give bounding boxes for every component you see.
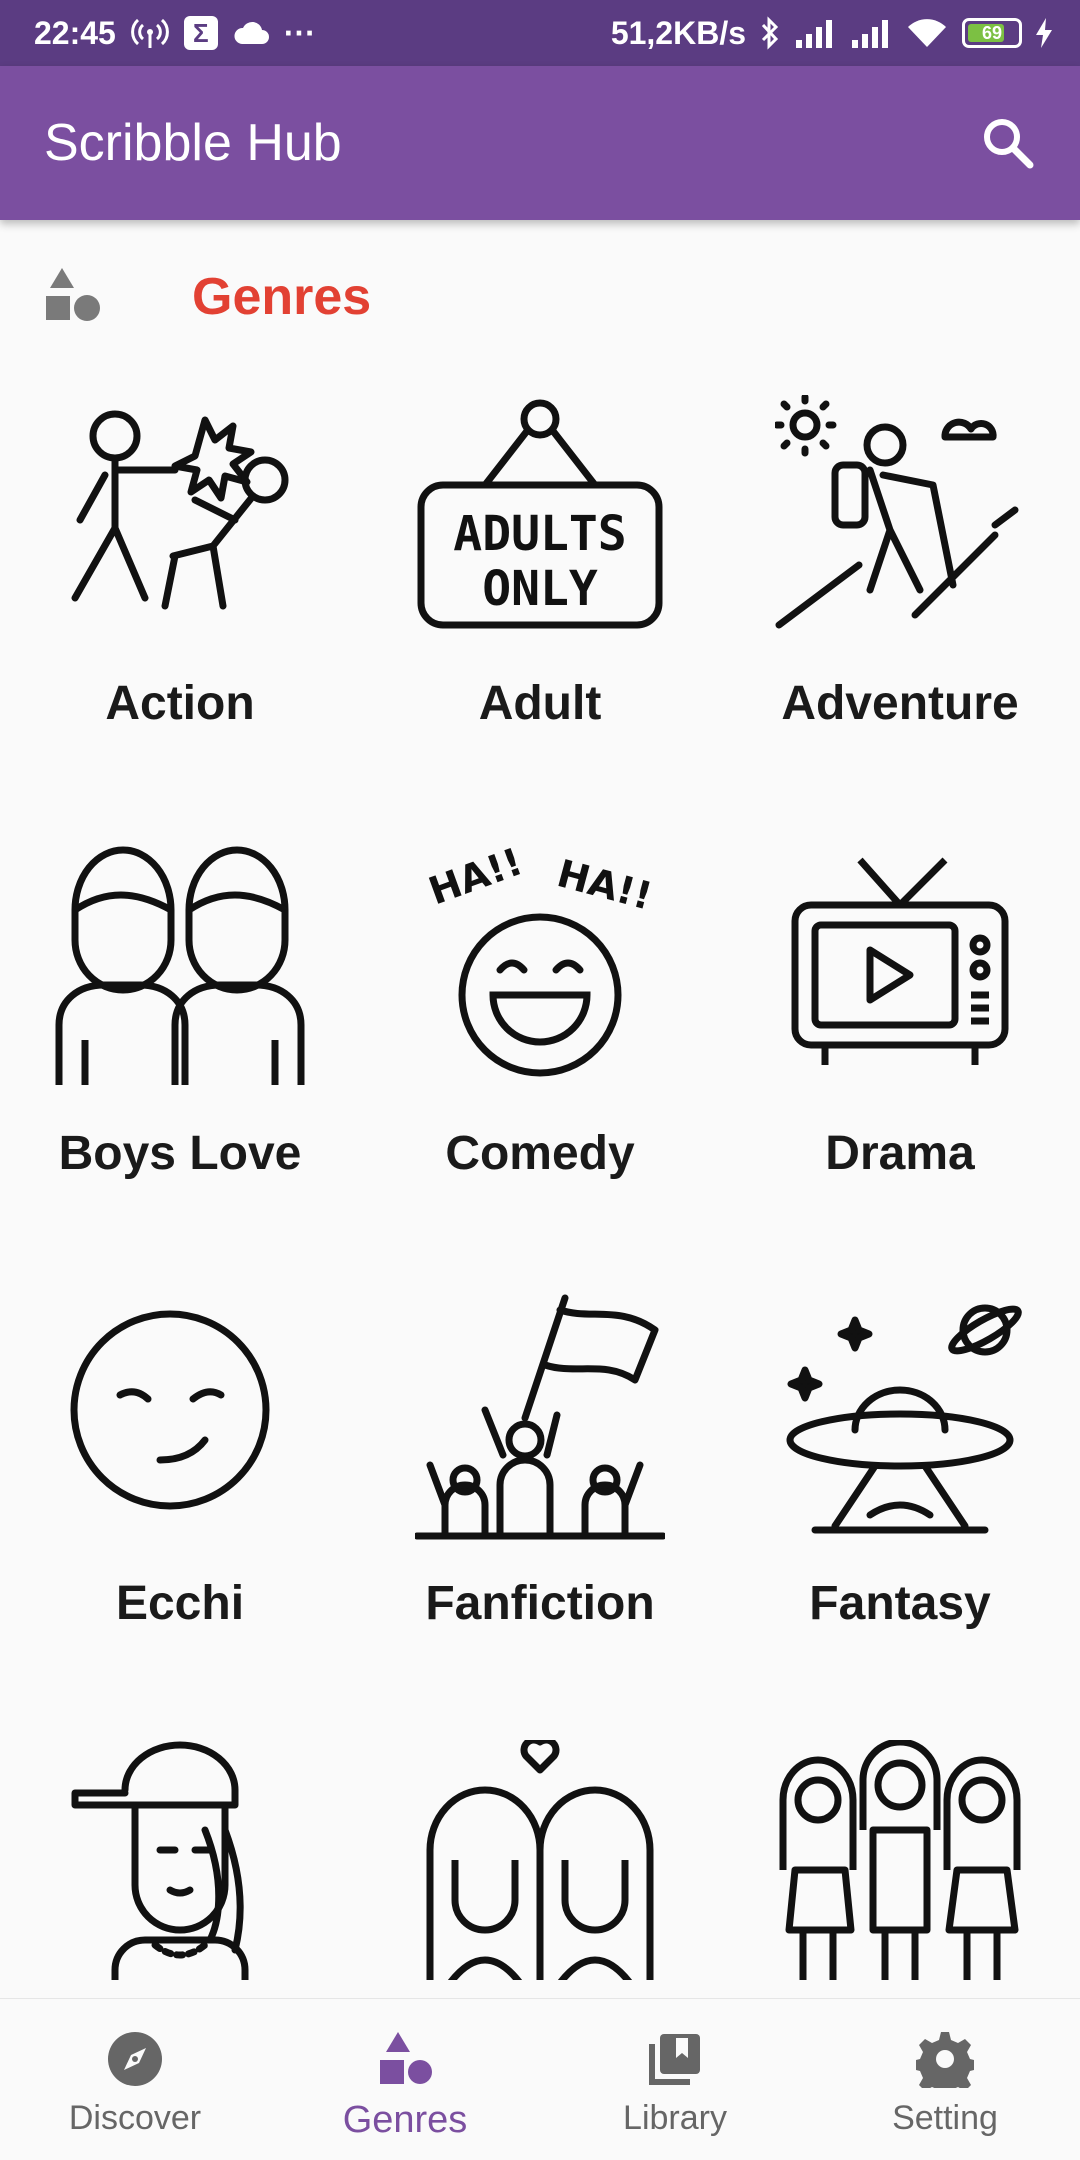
girl-cap-icon xyxy=(55,1740,305,1980)
laughing-face-icon: HA!! HA!! xyxy=(415,840,665,1090)
genre-item-fantasy[interactable]: Fantasy xyxy=(720,1280,1080,1730)
svg-text:ONLY: ONLY xyxy=(482,561,598,617)
nav-label: Setting xyxy=(892,2099,998,2137)
nav-label: Genres xyxy=(342,2099,468,2141)
genre-label: Fanfiction xyxy=(425,1577,655,1630)
shapes-icon xyxy=(373,2027,437,2091)
battery-level: 69 xyxy=(981,22,1003,43)
genre-item-12[interactable] xyxy=(720,1730,1080,1980)
genre-item-comedy[interactable]: HA!! HA!! Comedy xyxy=(360,830,720,1280)
bluetooth-icon xyxy=(760,16,780,50)
battery-icon: 69 xyxy=(962,18,1022,48)
genre-grid: Action ADULTS ONLY Adult Adventure Boys … xyxy=(0,380,1080,1980)
nav-discover[interactable]: Discover xyxy=(0,1999,270,2160)
hotspot-icon xyxy=(130,16,170,50)
genre-item-11[interactable] xyxy=(360,1730,720,1980)
genre-label: Ecchi xyxy=(115,1577,245,1630)
genre-item-adventure[interactable]: Adventure xyxy=(720,380,1080,830)
nav-library[interactable]: Library xyxy=(540,1999,810,2160)
charging-icon xyxy=(1036,18,1052,48)
network-speed: 51,2KB/s xyxy=(610,14,746,51)
fight-icon xyxy=(55,390,305,640)
gear-icon xyxy=(913,2027,977,2091)
adults-only-sign-icon: ADULTS ONLY xyxy=(415,390,665,640)
genre-label: Fantasy xyxy=(809,1577,991,1630)
genre-label: Action xyxy=(105,677,255,730)
smirk-face-icon xyxy=(55,1290,305,1540)
section-header: Genres xyxy=(44,262,371,332)
genre-item-ecchi[interactable]: Ecchi xyxy=(0,1280,360,1730)
app-bar: Scribble Hub xyxy=(0,66,1080,220)
fans-flag-icon xyxy=(415,1290,665,1540)
signal-icon xyxy=(794,18,836,48)
sigma-app-icon: Σ xyxy=(183,16,218,50)
app-title: Scribble Hub xyxy=(44,114,342,172)
signal-icon-2 xyxy=(850,18,892,48)
shapes-icon xyxy=(44,266,102,329)
svg-text:HA!!: HA!! xyxy=(553,851,657,918)
hiker-icon xyxy=(775,390,1025,640)
genre-item-action[interactable]: Action xyxy=(0,380,360,830)
three-girls-icon xyxy=(775,1740,1025,1980)
svg-text:HA!!: HA!! xyxy=(423,845,528,913)
nav-label: Discover xyxy=(68,2099,202,2137)
genre-item-10[interactable] xyxy=(0,1730,360,1980)
section-title: Genres xyxy=(192,268,372,326)
two-girls-heart-icon xyxy=(415,1740,665,1980)
genre-item-adult[interactable]: ADULTS ONLY Adult xyxy=(360,380,720,830)
tv-icon xyxy=(775,840,1025,1090)
ufo-icon xyxy=(775,1290,1025,1540)
search-icon[interactable] xyxy=(976,111,1040,175)
status-time: 22:45 xyxy=(34,14,116,51)
bottom-nav: Discover Genres Library Setting xyxy=(0,1998,1080,2160)
genre-label: Comedy xyxy=(445,1127,635,1180)
genre-label: Adventure xyxy=(781,677,1019,730)
nav-setting[interactable]: Setting xyxy=(810,1999,1080,2160)
two-boys-icon xyxy=(55,840,305,1090)
more-notifications: ··· xyxy=(283,14,316,51)
genre-label: Drama xyxy=(825,1127,975,1180)
genre-item-drama[interactable]: Drama xyxy=(720,830,1080,1280)
genre-item-fanfiction[interactable]: Fanfiction xyxy=(360,1280,720,1730)
cloud-icon xyxy=(232,20,270,46)
genre-label: Adult xyxy=(478,677,602,730)
nav-label: Library xyxy=(623,2099,727,2137)
wifi-icon xyxy=(906,17,948,49)
nav-genres[interactable]: Genres xyxy=(270,1999,540,2160)
genre-label: Boys Love xyxy=(58,1127,302,1180)
status-bar: 22:45 Σ ··· 51,2KB/s 69 xyxy=(0,0,1080,66)
genre-item-boys-love[interactable]: Boys Love xyxy=(0,830,360,1280)
library-icon xyxy=(643,2027,707,2091)
svg-text:ADULTS: ADULTS xyxy=(453,506,626,562)
compass-icon xyxy=(103,2027,167,2091)
